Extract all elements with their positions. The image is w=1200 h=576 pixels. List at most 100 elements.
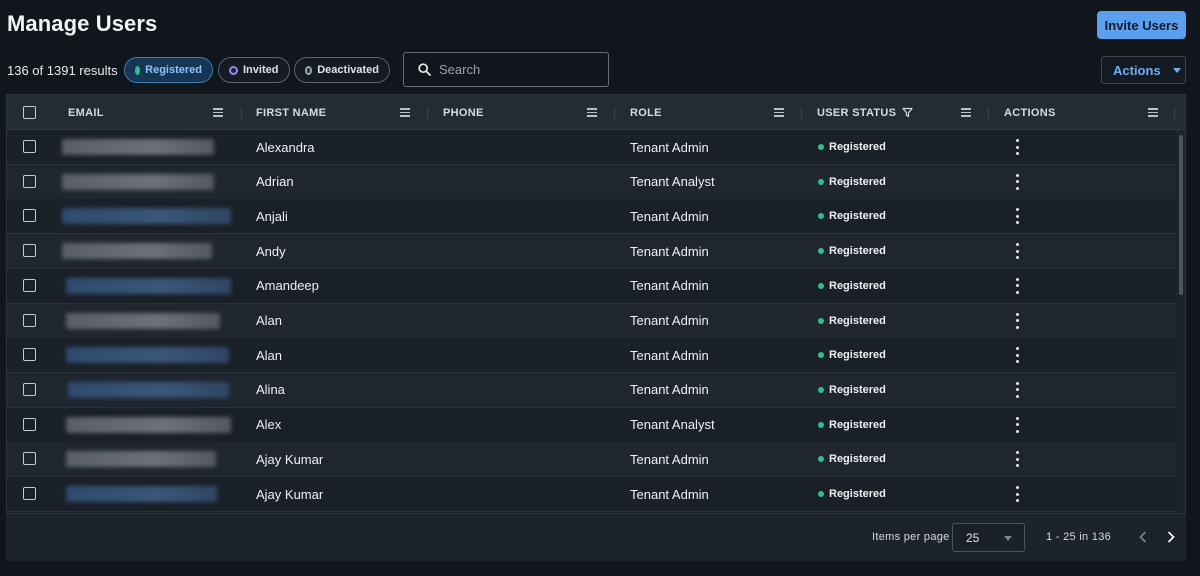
table-row[interactable]: Alan Tenant Admin Registered bbox=[7, 338, 1176, 374]
previous-page-button[interactable] bbox=[1134, 528, 1152, 546]
invite-users-button[interactable]: Invite Users bbox=[1097, 11, 1186, 39]
row-checkbox[interactable] bbox=[23, 140, 36, 153]
email-redacted bbox=[66, 312, 220, 329]
row-checkbox[interactable] bbox=[23, 452, 36, 466]
column-divider[interactable] bbox=[241, 107, 242, 119]
registered-dot-icon bbox=[135, 65, 141, 75]
status-badge: Registered bbox=[818, 269, 886, 303]
status-badge: Registered bbox=[818, 408, 886, 442]
column-header-first-name[interactable]: FIRST NAME bbox=[256, 95, 326, 130]
status-label: Registered bbox=[829, 488, 886, 500]
role-cell: Tenant Admin bbox=[630, 313, 709, 328]
next-page-button[interactable] bbox=[1162, 528, 1180, 546]
column-menu-icon[interactable] bbox=[961, 108, 971, 117]
row-checkbox[interactable] bbox=[23, 348, 36, 362]
first-name-cell: Alina bbox=[256, 382, 285, 398]
column-divider[interactable] bbox=[614, 107, 615, 119]
table-row[interactable]: Alan Tenant Admin Registered bbox=[7, 303, 1176, 339]
column-header-user-status[interactable]: USER STATUS bbox=[817, 95, 913, 130]
status-badge: Registered bbox=[818, 234, 886, 268]
status-label: Registered bbox=[829, 453, 886, 466]
first-name-cell: Ajay Kumar bbox=[256, 451, 324, 467]
column-divider[interactable] bbox=[427, 107, 428, 119]
filter-chip-deactivated[interactable]: Deactivated bbox=[294, 57, 390, 83]
row-actions-kebab-icon[interactable] bbox=[1014, 416, 1020, 433]
status-dot-icon bbox=[818, 213, 824, 220]
email-redacted bbox=[62, 139, 214, 155]
status-badge: Registered bbox=[818, 130, 886, 164]
search-input[interactable] bbox=[439, 62, 589, 77]
select-all-checkbox[interactable] bbox=[23, 106, 36, 119]
pagination-footer: Items per page 25 1 - 25 in 136 bbox=[6, 514, 1186, 561]
filter-chip-invited[interactable]: Invited bbox=[218, 57, 290, 83]
role-cell: Tenant Admin bbox=[630, 347, 709, 363]
filter-chip-registered[interactable]: Registered bbox=[124, 57, 213, 83]
row-actions-kebab-icon[interactable] bbox=[1014, 243, 1020, 260]
table-row[interactable]: Alina Tenant Admin Registered bbox=[7, 372, 1176, 408]
row-actions-kebab-icon[interactable] bbox=[1014, 347, 1020, 364]
chevron-down-icon bbox=[1004, 536, 1012, 541]
table-row[interactable]: Anjali Tenant Admin Registered bbox=[7, 199, 1176, 235]
row-actions-kebab-icon[interactable] bbox=[1014, 277, 1020, 294]
table-row[interactable]: Adrian Tenant Analyst Registered bbox=[7, 164, 1176, 200]
row-actions-kebab-icon[interactable] bbox=[1014, 312, 1020, 329]
column-menu-icon[interactable] bbox=[213, 108, 223, 117]
column-menu-icon[interactable] bbox=[587, 108, 597, 117]
search-icon bbox=[418, 63, 431, 76]
column-menu-icon[interactable] bbox=[400, 108, 410, 117]
table-row[interactable]: Ajay Kumar Tenant Admin Registered bbox=[7, 442, 1176, 478]
table-row[interactable]: Amandeep Tenant Admin Registered bbox=[7, 268, 1176, 304]
row-actions-kebab-icon[interactable] bbox=[1014, 486, 1020, 502]
row-actions-kebab-icon[interactable] bbox=[1014, 173, 1020, 190]
column-header-phone[interactable]: PHONE bbox=[443, 95, 484, 130]
pagination-range: 1 - 25 in 136 bbox=[1046, 531, 1112, 543]
column-divider[interactable] bbox=[1174, 107, 1175, 119]
row-checkbox[interactable] bbox=[23, 313, 36, 327]
column-divider[interactable] bbox=[988, 107, 989, 119]
table-header: EMAIL FIRST NAME PHONE ROLE USER STATUS … bbox=[7, 95, 1185, 130]
row-checkbox[interactable] bbox=[23, 382, 36, 396]
status-dot-icon bbox=[818, 456, 824, 463]
items-per-page-label: Items per page bbox=[872, 531, 950, 543]
invited-dot-icon bbox=[229, 65, 238, 75]
table-scrollbar[interactable] bbox=[1177, 131, 1185, 513]
status-dot-icon bbox=[818, 352, 824, 359]
row-checkbox[interactable] bbox=[23, 278, 36, 292]
items-per-page-select[interactable]: 25 bbox=[952, 523, 1025, 552]
role-cell: Tenant Analyst bbox=[630, 417, 715, 433]
column-header-role[interactable]: ROLE bbox=[630, 95, 662, 130]
row-checkbox[interactable] bbox=[23, 417, 36, 431]
scrollbar-thumb[interactable] bbox=[1179, 135, 1183, 295]
table-row[interactable]: Andy Tenant Admin Registered bbox=[7, 234, 1176, 270]
column-menu-icon[interactable] bbox=[774, 108, 784, 117]
chevron-right-icon bbox=[1167, 531, 1175, 543]
actions-dropdown-button[interactable]: Actions bbox=[1101, 56, 1186, 84]
row-actions-kebab-icon[interactable] bbox=[1014, 208, 1020, 225]
row-actions-kebab-icon[interactable] bbox=[1014, 381, 1020, 398]
role-cell: Tenant Admin bbox=[630, 382, 709, 398]
column-header-email[interactable]: EMAIL bbox=[68, 95, 104, 130]
first-name-cell: Anjali bbox=[256, 208, 288, 224]
column-menu-icon[interactable] bbox=[1148, 108, 1158, 117]
items-per-page-value: 25 bbox=[966, 530, 980, 545]
status-badge: Registered bbox=[818, 373, 886, 407]
email-redacted bbox=[66, 347, 229, 364]
column-header-actions: ACTIONS bbox=[1004, 106, 1056, 119]
filter-chip-label: Deactivated bbox=[317, 64, 379, 76]
status-dot-icon bbox=[818, 144, 824, 150]
row-actions-kebab-icon[interactable] bbox=[1014, 451, 1020, 468]
row-checkbox[interactable] bbox=[23, 244, 36, 258]
column-divider[interactable] bbox=[801, 107, 802, 119]
row-checkbox[interactable] bbox=[23, 209, 36, 223]
first-name-cell: Adrian bbox=[256, 174, 294, 190]
column-header-label: USER STATUS bbox=[817, 106, 897, 119]
search-box[interactable] bbox=[403, 52, 609, 87]
row-checkbox[interactable] bbox=[23, 174, 36, 188]
table-row[interactable]: Alex Tenant Analyst Registered bbox=[7, 407, 1176, 443]
filter-icon[interactable] bbox=[902, 107, 913, 118]
table-row[interactable]: Alexandra Tenant Admin Registered bbox=[7, 130, 1176, 165]
row-checkbox[interactable] bbox=[23, 487, 36, 500]
row-actions-kebab-icon[interactable] bbox=[1014, 139, 1020, 155]
role-cell: Tenant Admin bbox=[630, 208, 709, 224]
table-row[interactable]: Ajay Kumar Tenant Admin Registered bbox=[7, 477, 1176, 512]
